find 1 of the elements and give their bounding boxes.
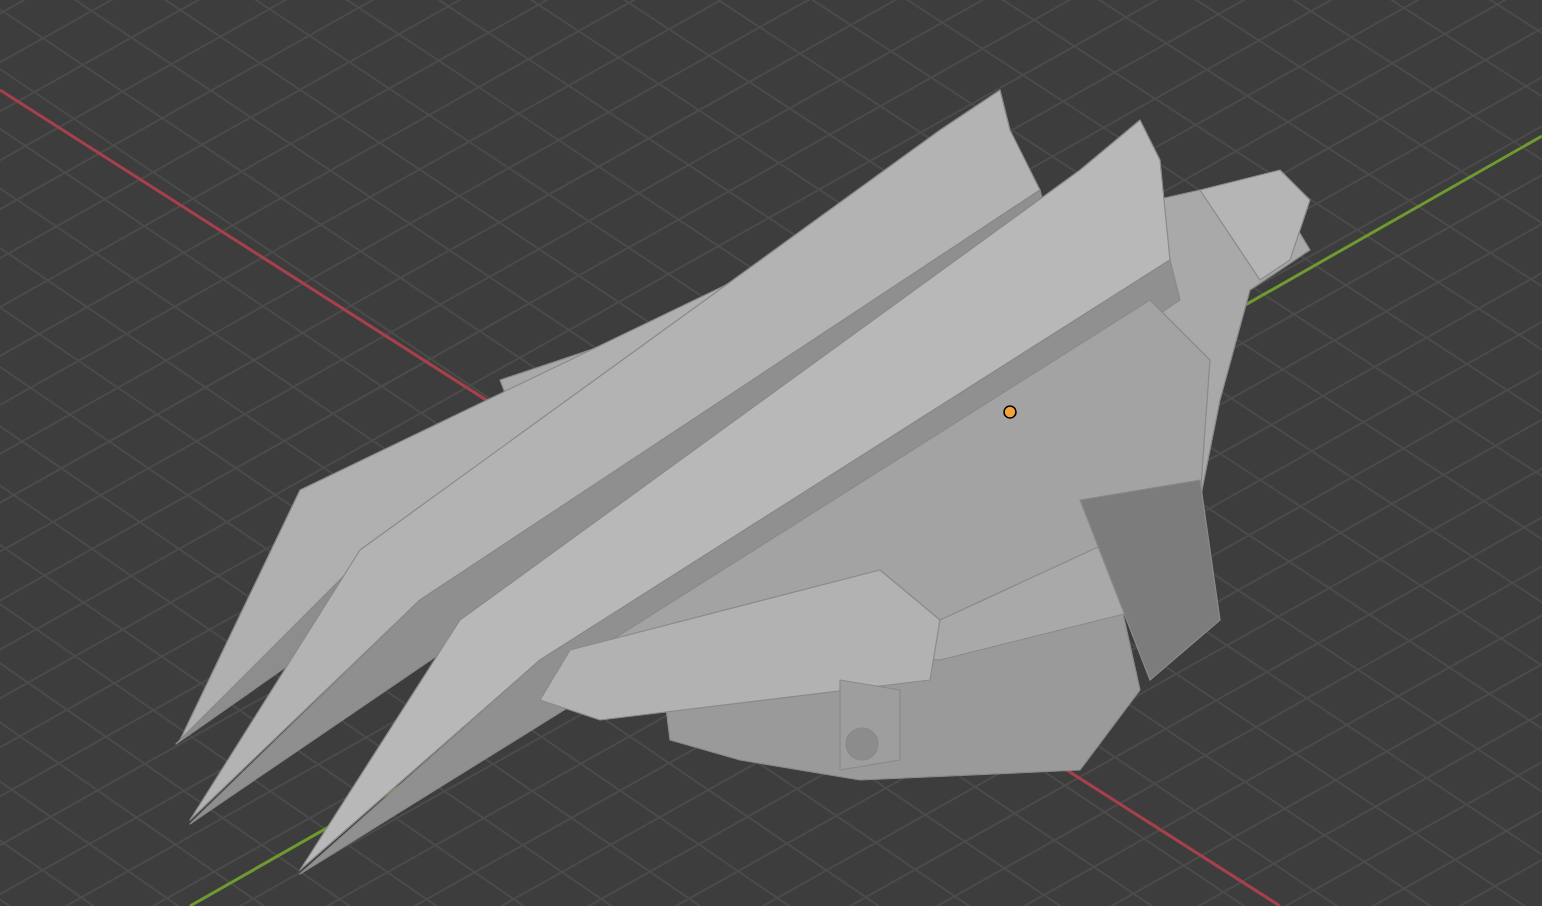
3d-viewport[interactable] [0,0,1542,906]
